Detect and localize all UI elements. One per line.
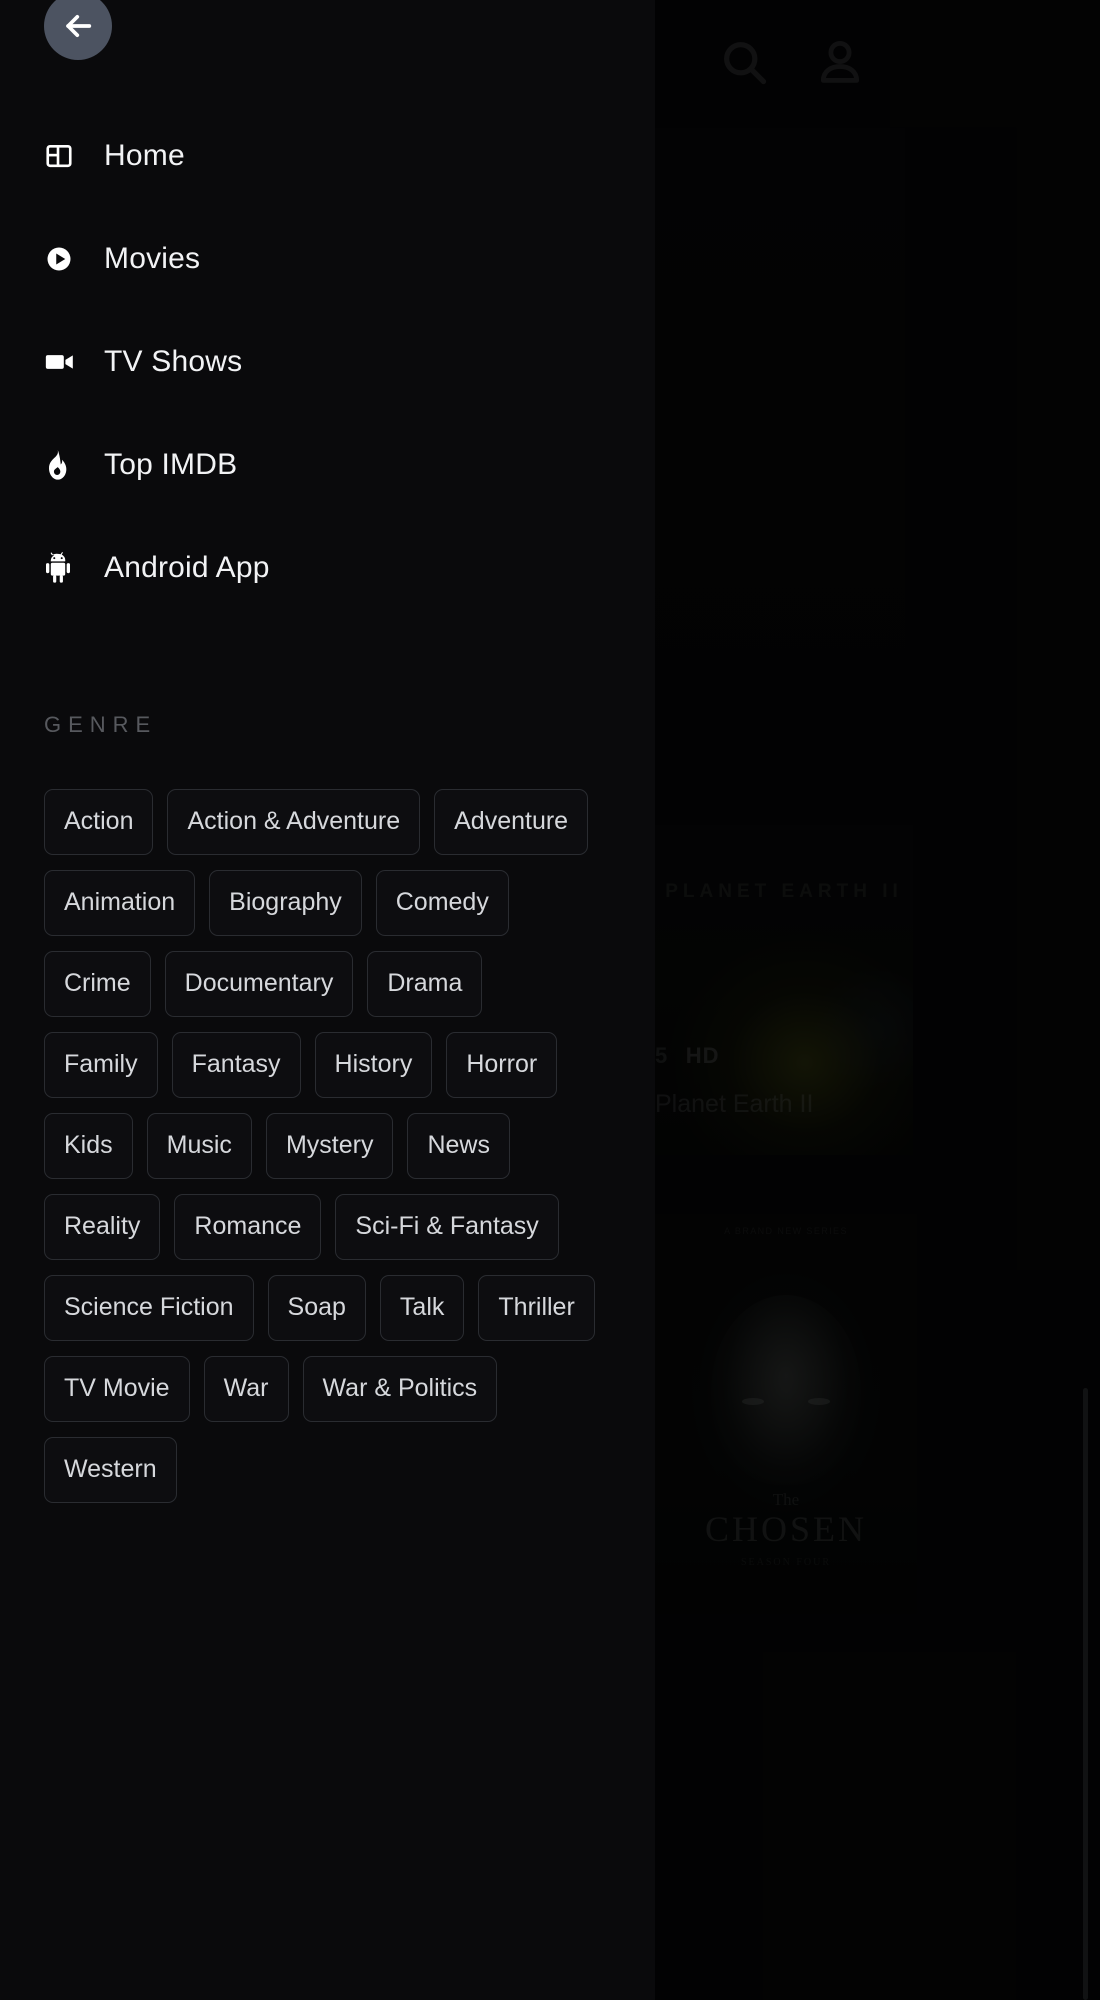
genre-chip[interactable]: Reality: [44, 1194, 161, 1260]
genre-chip[interactable]: History: [314, 1032, 433, 1098]
genre-chip[interactable]: Action: [44, 789, 154, 855]
genre-chip[interactable]: War: [203, 1356, 289, 1422]
genre-chip[interactable]: Biography: [209, 870, 362, 936]
sidebar-item-top-imdb[interactable]: Top IMDB: [0, 437, 655, 493]
genre-chip[interactable]: News: [407, 1113, 510, 1179]
sidebar-item-label: Movies: [104, 242, 201, 275]
sidebar-item-movies[interactable]: Movies: [0, 231, 655, 287]
genre-chip[interactable]: Science Fiction: [44, 1275, 254, 1341]
navigation-drawer: Home Movies TV Shows Top IMDB Android Ap…: [0, 0, 655, 2000]
genre-chip[interactable]: Action & Adventure: [167, 789, 421, 855]
genre-chip[interactable]: Animation: [44, 870, 196, 936]
sidebar-item-label: Top IMDB: [104, 448, 238, 481]
sidebar-item-android-app[interactable]: Android App: [0, 540, 655, 596]
back-arrow-icon: [61, 9, 95, 43]
genre-chip[interactable]: Western: [44, 1437, 177, 1503]
genre-chip[interactable]: TV Movie: [44, 1356, 190, 1422]
genre-chip[interactable]: Romance: [174, 1194, 322, 1260]
sidebar-item-tv-shows[interactable]: TV Shows: [0, 334, 655, 390]
genre-chip[interactable]: Music: [146, 1113, 252, 1179]
sidebar-item-label: TV Shows: [104, 345, 243, 378]
android-robot-icon: [44, 551, 84, 585]
video-camera-icon: [44, 345, 84, 379]
genre-chip[interactable]: Soap: [267, 1275, 366, 1341]
genre-chip[interactable]: Fantasy: [171, 1032, 301, 1098]
genre-chip[interactable]: Kids: [44, 1113, 133, 1179]
genre-chip[interactable]: Adventure: [434, 789, 589, 855]
genre-chip[interactable]: Talk: [379, 1275, 465, 1341]
drawer-nav-list: Home Movies TV Shows Top IMDB Android Ap…: [0, 128, 655, 643]
flame-icon: [44, 448, 84, 482]
genre-chip[interactable]: Comedy: [375, 870, 509, 936]
app-screen: PLANET EARTH II 5 HD Planet Earth II A B…: [0, 0, 1100, 2000]
sidebar-item-label: Android App: [104, 551, 270, 584]
genre-chip[interactable]: War & Politics: [302, 1356, 498, 1422]
genre-chip[interactable]: Sci-Fi & Fantasy: [335, 1194, 559, 1260]
layout-columns-icon: [44, 139, 84, 173]
genre-section-heading: GENRE: [44, 712, 158, 737]
genre-chip-list: Action Action & Adventure Adventure Animati…: [44, 789, 604, 1503]
genre-chip[interactable]: Horror: [446, 1032, 558, 1098]
genre-chip[interactable]: Family: [44, 1032, 158, 1098]
sidebar-item-label: Home: [104, 139, 185, 172]
sidebar-item-home[interactable]: Home: [0, 128, 655, 184]
genre-chip[interactable]: Documentary: [164, 951, 354, 1017]
genre-chip[interactable]: Thriller: [478, 1275, 595, 1341]
genre-chip[interactable]: Mystery: [265, 1113, 394, 1179]
genre-chip[interactable]: Drama: [367, 951, 483, 1017]
genre-chip[interactable]: Crime: [44, 951, 151, 1017]
back-button[interactable]: [44, 0, 112, 60]
genre-section: GENRE Action Action & Adventure Adventure A…: [44, 712, 624, 1503]
play-circle-icon: [44, 242, 84, 276]
